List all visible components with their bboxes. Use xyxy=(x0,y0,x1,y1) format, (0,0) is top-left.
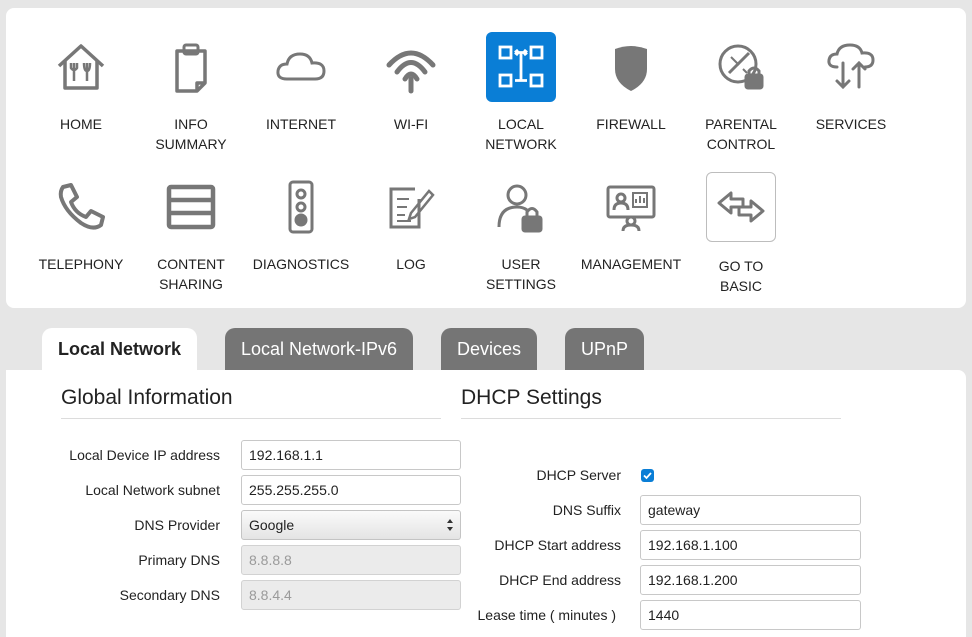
user-lock-icon xyxy=(486,172,556,242)
nav-label: GO TO BASIC xyxy=(718,258,764,294)
nav-services[interactable]: SERVICES xyxy=(796,32,906,162)
nav-firewall[interactable]: FIREWALL xyxy=(576,32,686,162)
home-icon xyxy=(46,32,116,102)
dhcp-settings-title: DHCP Settings xyxy=(461,386,841,419)
clipboard-icon xyxy=(156,32,226,102)
phone-icon xyxy=(46,172,116,242)
tab-upnp[interactable]: UPnP xyxy=(565,328,644,370)
dhcp-end-input[interactable] xyxy=(640,565,861,595)
subnet-label: Local Network subnet xyxy=(85,482,220,498)
dhcp-end-label: DHCP End address xyxy=(499,572,621,588)
storage-icon xyxy=(156,172,226,242)
dns-provider-value: Google xyxy=(249,517,295,533)
nav-management[interactable]: MANAGEMENT xyxy=(576,172,686,302)
nav-diagnostics[interactable]: DIAGNOSTICS xyxy=(246,172,356,302)
nav-internet[interactable]: INTERNET xyxy=(246,32,356,162)
local-ip-label: Local Device IP address xyxy=(69,447,220,463)
nav-home[interactable]: HOME xyxy=(26,32,136,162)
nav-info-summary[interactable]: INFO SUMMARY xyxy=(136,32,246,162)
dhcp-start-input[interactable] xyxy=(640,530,861,560)
global-information-title: Global Information xyxy=(61,386,441,419)
parental-lock-icon xyxy=(706,32,776,102)
nav-telephony[interactable]: TELEPHONY xyxy=(26,172,136,302)
tab-local-network-ipv6[interactable]: Local Network-IPv6 xyxy=(225,328,413,370)
nav-go-to-basic[interactable]: GO TO BASIC xyxy=(686,172,796,302)
tab-devices[interactable]: Devices xyxy=(441,328,537,370)
local-network-panel: Global Information Local Device IP addre… xyxy=(6,370,966,637)
nav-label: SERVICES xyxy=(815,116,887,132)
nav-content-sharing[interactable]: CONTENT SHARING xyxy=(136,172,246,302)
cloud-sync-icon xyxy=(816,32,886,102)
tab-local-network[interactable]: Local Network xyxy=(42,328,197,372)
cloud-icon xyxy=(266,32,336,102)
log-edit-icon xyxy=(376,172,446,242)
traffic-light-icon xyxy=(266,172,336,242)
primary-dns-label: Primary DNS xyxy=(138,552,220,568)
nav-wifi[interactable]: WI-FI xyxy=(356,32,466,162)
swap-arrows-icon xyxy=(706,172,776,242)
dns-suffix-label: DNS Suffix xyxy=(552,502,621,518)
nav-log[interactable]: LOG xyxy=(356,172,466,302)
check-icon xyxy=(643,472,652,480)
dhcp-start-label: DHCP Start address xyxy=(494,537,621,553)
select-arrows-icon xyxy=(447,519,453,531)
wifi-icon xyxy=(376,32,446,102)
management-icon xyxy=(596,172,666,242)
local-network-icon xyxy=(486,32,556,102)
dhcp-server-checkbox[interactable] xyxy=(641,469,654,482)
main-nav-panel: HOME INFO SUMMARY INTERNET WI-FI LOCAL N… xyxy=(6,8,966,308)
dns-provider-label: DNS Provider xyxy=(134,517,220,533)
nav-parental-control[interactable]: PARENTAL CONTROL xyxy=(686,32,796,162)
nav-local-network[interactable]: LOCAL NETWORK xyxy=(466,32,576,162)
local-ip-input[interactable] xyxy=(241,440,461,470)
shield-icon xyxy=(596,32,666,102)
dhcp-server-label: DHCP Server xyxy=(536,467,621,483)
dns-suffix-input[interactable] xyxy=(640,495,861,525)
lease-time-label: Lease time ( minutes ) xyxy=(477,607,617,623)
lease-time-input[interactable] xyxy=(640,600,861,630)
nav-user-settings[interactable]: USER SETTINGS xyxy=(466,172,576,302)
secondary-dns-label: Secondary DNS xyxy=(119,587,220,603)
